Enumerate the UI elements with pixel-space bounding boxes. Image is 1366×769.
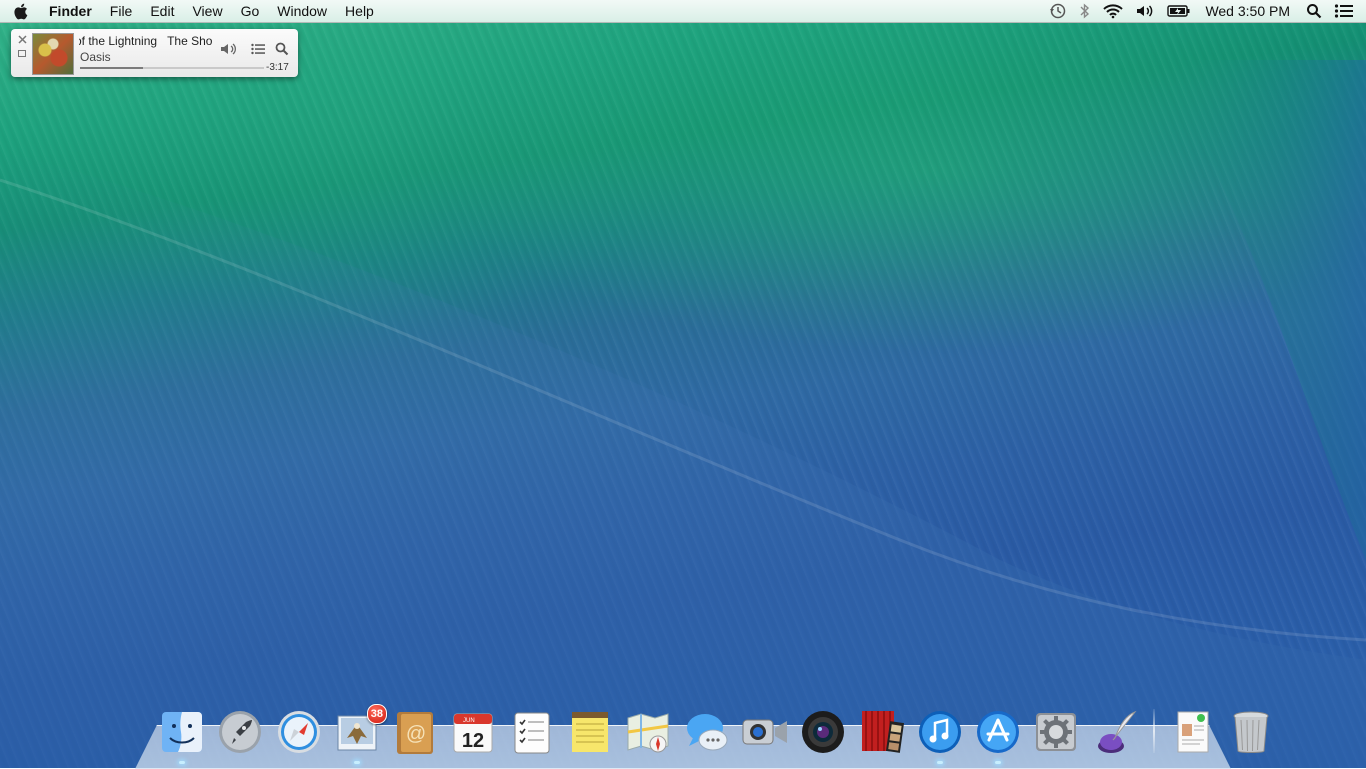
- volume-icon[interactable]: [219, 40, 239, 58]
- calendar-month: JUN: [463, 718, 475, 724]
- search-icon[interactable]: [272, 40, 292, 58]
- menu-view[interactable]: View: [183, 0, 231, 22]
- spotlight-search-icon[interactable]: [1300, 0, 1328, 22]
- dock-calendar[interactable]: JUN 12: [449, 707, 497, 757]
- playback-progress-fill: [80, 67, 143, 69]
- bluetooth-icon[interactable]: [1073, 0, 1097, 22]
- dock-launchpad[interactable]: [216, 707, 264, 757]
- itunes-icon: [918, 711, 961, 753]
- dock-script-editor[interactable]: [1091, 707, 1139, 757]
- dock-app-store[interactable]: [974, 707, 1022, 764]
- facetime-icon: [742, 719, 787, 745]
- time-machine-icon[interactable]: [1043, 0, 1073, 22]
- menu-bar: Finder File Edit View Go Window Help Wed…: [0, 0, 1366, 23]
- photo-reel-icon: [861, 711, 904, 753]
- notes-icon: [572, 712, 609, 752]
- menu-app-name[interactable]: Finder: [40, 0, 101, 22]
- menu-extras: Wed 3:50 PM: [1043, 0, 1366, 22]
- menu-clock[interactable]: Wed 3:50 PM: [1197, 0, 1300, 22]
- battery-icon[interactable]: [1161, 0, 1197, 22]
- playback-progress-bar[interactable]: [80, 67, 264, 69]
- contacts-icon: @: [397, 712, 434, 754]
- dock-mail[interactable]: 38: [333, 704, 387, 764]
- wallpaper-wave: [0, 60, 1366, 768]
- dock-finder[interactable]: [158, 707, 206, 764]
- document-stack-icon: [1177, 711, 1209, 753]
- dock: 38 @ JUN 12: [158, 703, 1286, 764]
- track-title: of the Lightning The Sho: [79, 34, 219, 49]
- dock-system-preferences[interactable]: [1032, 707, 1080, 757]
- next-track-text: The Sho: [167, 34, 213, 48]
- running-indicator: [936, 761, 943, 764]
- photo-booth-icon: [802, 711, 845, 753]
- expand-player-icon[interactable]: [16, 47, 28, 59]
- svg-text:@: @: [406, 723, 426, 745]
- time-remaining: -3:17: [266, 62, 289, 73]
- desktop[interactable]: [0, 0, 1366, 768]
- messages-icon: [686, 714, 728, 751]
- dock-messages[interactable]: [683, 707, 731, 757]
- dock-notes[interactable]: [566, 707, 614, 757]
- dock-contacts[interactable]: @: [391, 707, 439, 757]
- menu-file[interactable]: File: [101, 0, 142, 22]
- close-icon[interactable]: [16, 33, 28, 45]
- track-title-text: of the Lightning: [79, 34, 158, 48]
- launchpad-icon: [219, 711, 262, 753]
- menu-go[interactable]: Go: [232, 0, 269, 22]
- safari-icon: [277, 711, 320, 753]
- maps-icon: [627, 713, 669, 753]
- running-indicator: [353, 761, 360, 764]
- up-next-list-icon[interactable]: [248, 40, 268, 58]
- menu-window[interactable]: Window: [268, 0, 336, 22]
- dock-facetime[interactable]: [741, 707, 789, 757]
- wifi-icon[interactable]: [1097, 0, 1129, 22]
- app-store-icon: [977, 711, 1020, 753]
- finder-icon: [162, 712, 202, 752]
- dock-maps[interactable]: [624, 707, 672, 757]
- track-artist: Oasis: [80, 50, 111, 64]
- dock-photo-reel[interactable]: [858, 707, 906, 757]
- notification-center-icon[interactable]: [1328, 0, 1366, 22]
- dock-itunes[interactable]: [916, 707, 964, 764]
- itunes-mini-player[interactable]: of the Lightning The Sho Oasis -3:17: [11, 29, 298, 77]
- running-indicator: [179, 761, 185, 764]
- menu-edit[interactable]: Edit: [141, 0, 183, 22]
- dock-safari[interactable]: [275, 707, 323, 757]
- album-art[interactable]: [32, 33, 74, 75]
- trash-icon: [1233, 711, 1269, 753]
- volume-icon[interactable]: [1129, 0, 1161, 22]
- dock-reminders[interactable]: [508, 707, 556, 757]
- system-preferences-icon: [1036, 713, 1077, 751]
- mail-unread-badge: 38: [366, 704, 387, 724]
- dock-photo-booth[interactable]: [799, 707, 847, 757]
- quill-icon: [1097, 710, 1137, 753]
- calendar-day: 12: [462, 730, 484, 752]
- dock-separator: [1153, 709, 1156, 753]
- running-indicator: [995, 761, 1002, 764]
- calendar-icon: JUN 12: [453, 713, 493, 753]
- menu-help[interactable]: Help: [336, 0, 383, 22]
- reminders-icon: [514, 712, 550, 754]
- dock-trash[interactable]: [1227, 707, 1275, 757]
- apple-logo-icon[interactable]: [0, 0, 40, 22]
- dock-documents-stack[interactable]: [1169, 707, 1217, 757]
